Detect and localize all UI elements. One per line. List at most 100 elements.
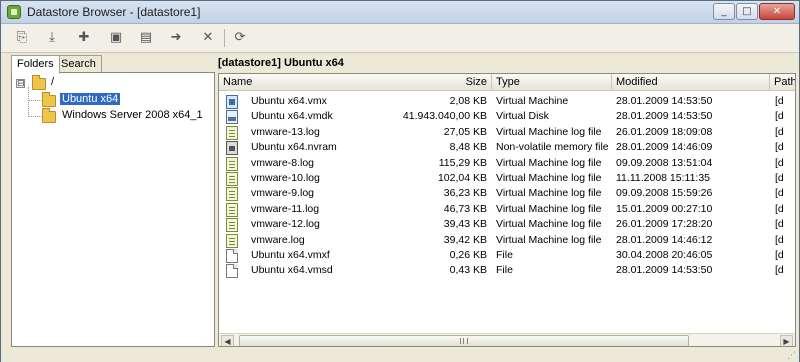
file-path: [d xyxy=(775,125,784,138)
resize-grip-icon[interactable]: ⋰ xyxy=(787,351,797,361)
scrollbar-thumb[interactable] xyxy=(239,335,689,346)
file-path: [d xyxy=(775,156,784,169)
file-size: 27,05 KB xyxy=(443,125,487,138)
file-modified: 28.01.2009 14:46:09 xyxy=(616,141,713,154)
file-row[interactable]: vmware-12.log 39,43 KB Virtual Machine log… xyxy=(219,218,795,233)
new-folder-button[interactable]: ✚ xyxy=(73,28,95,48)
folders-panel: Folders Search ⊟ / Ubuntu x64 Windows Se… xyxy=(5,55,215,347)
file-row[interactable]: Ubuntu x64.nvram 8,48 KB Non-volatile memo… xyxy=(219,141,795,156)
file-name: vmware.log xyxy=(251,233,305,246)
file-type: Virtual Machine log file xyxy=(496,233,602,246)
file-size: 46,73 KB xyxy=(443,202,487,215)
file-name: vmware-9.log xyxy=(251,187,315,200)
file-row[interactable]: vmware-8.log 115,29 KB Virtual Machine log… xyxy=(219,156,795,172)
file-name: vmware-10.log xyxy=(251,172,320,184)
file-modified: 09.09.2008 15:59:26 xyxy=(616,187,713,200)
file-list: Name Size Type Modified Path Ubuntu x64.… xyxy=(218,73,796,347)
file-name: Ubuntu x64.vmxf xyxy=(251,249,330,261)
tab-search[interactable]: Search xyxy=(55,55,102,73)
file-type: File xyxy=(496,264,513,277)
upload-button[interactable]: ⎘ xyxy=(11,28,33,48)
status-bar: ⋰ xyxy=(1,348,799,362)
file-path: [d xyxy=(775,110,784,123)
tree-root-label: / xyxy=(51,76,55,88)
new-folder-icon: ✚ xyxy=(78,30,90,45)
refresh-icon: ⟳ xyxy=(234,30,246,45)
vm-file-icon xyxy=(226,95,238,109)
log-file-icon xyxy=(226,187,238,202)
download-button[interactable]: ⤓ xyxy=(41,28,63,48)
file-path: [d xyxy=(775,95,784,107)
download-icon: ⤓ xyxy=(49,30,55,45)
scroll-right-icon[interactable]: ▶ xyxy=(780,335,793,346)
folder-tree: ⊟ / Ubuntu x64 Windows Server 2008 x64_1 xyxy=(11,72,215,347)
file-row[interactable]: Ubuntu x64.vmsd 0,43 KB File 28.01.2009 14:… xyxy=(219,264,795,279)
file-modified: 28.01.2009 14:46:12 xyxy=(616,233,713,246)
file-row[interactable]: Ubuntu x64.vmxf 0,26 KB File 30.04.2008 20:… xyxy=(219,249,795,264)
column-header-size[interactable]: Size xyxy=(408,74,492,91)
file-path: [d xyxy=(775,249,784,261)
file-row[interactable]: vmware-9.log 36,23 KB Virtual Machine log … xyxy=(219,187,795,202)
inventory-icon: ▣ xyxy=(109,30,123,45)
refresh-button[interactable]: ⟳ xyxy=(229,28,251,48)
file-type: Non-volatile memory file xyxy=(496,141,609,154)
scroll-left-icon[interactable]: ◀ xyxy=(221,335,234,346)
collapse-icon[interactable]: ⊟ xyxy=(16,79,25,88)
tab-folders[interactable]: Folders xyxy=(11,55,60,74)
add-inventory-button[interactable]: ▣ xyxy=(105,28,127,48)
file-name: vmware-8.log xyxy=(251,156,315,169)
file-size: 8,48 KB xyxy=(449,141,487,154)
file-file-icon xyxy=(226,264,238,279)
file-row[interactable]: vmware-13.log 27,05 KB Virtual Machine log… xyxy=(219,125,795,141)
file-path: [d xyxy=(775,264,784,277)
log-file-icon xyxy=(226,218,238,233)
delete-icon: ✕ xyxy=(202,30,214,45)
file-type: Virtual Disk xyxy=(496,110,549,123)
file-size: 2,08 KB xyxy=(449,95,487,107)
file-row[interactable]: Ubuntu x64.vmx 2,08 KB Virtual Machine 28.0… xyxy=(219,95,795,110)
file-path: [d xyxy=(775,141,784,154)
copy-button[interactable]: ▤ xyxy=(135,28,157,48)
toolbar-separator xyxy=(224,29,225,47)
file-row[interactable]: Ubuntu x64.vmdk 41.943.040,00 KB Virtual D… xyxy=(219,110,795,125)
close-button[interactable]: ✕ xyxy=(759,3,795,20)
file-row[interactable]: vmware-11.log 46,73 KB Virtual Machine log… xyxy=(219,202,795,218)
file-size: 39,43 KB xyxy=(443,218,487,231)
tree-line xyxy=(28,100,42,101)
file-name: Ubuntu x64.vmx xyxy=(251,95,327,107)
maximize-button[interactable]: □ xyxy=(736,3,758,20)
file-type: Virtual Machine log file xyxy=(496,202,602,215)
column-header-type[interactable]: Type xyxy=(492,74,612,91)
horizontal-scrollbar[interactable]: ◀ ▶ xyxy=(219,333,795,346)
column-header-modified[interactable]: Modified xyxy=(612,74,770,91)
log-file-icon xyxy=(226,202,238,217)
file-name: Ubuntu x64.vmsd xyxy=(251,264,333,277)
log-file-icon xyxy=(226,172,238,186)
disk-file-icon xyxy=(226,110,238,125)
file-size: 102,04 KB xyxy=(437,172,487,184)
file-modified: 30.04.2008 20:46:05 xyxy=(616,249,713,261)
move-button[interactable]: ➜ xyxy=(165,28,187,48)
file-path: [d xyxy=(775,233,784,246)
file-path: [d xyxy=(775,202,784,215)
file-type: Virtual Machine log file xyxy=(496,218,602,231)
tree-line xyxy=(28,87,29,117)
folder-icon xyxy=(42,92,56,107)
file-modified: 09.09.2008 13:51:04 xyxy=(616,156,713,169)
minimize-button[interactable]: _ xyxy=(713,3,735,20)
title-bar[interactable]: Datastore Browser - [datastore1] _ □ ✕ xyxy=(1,1,799,24)
file-type: File xyxy=(496,249,513,261)
file-size: 0,43 KB xyxy=(449,264,487,277)
file-modified: 11.11.2008 15:11:35 xyxy=(616,172,711,184)
delete-button[interactable]: ✕ xyxy=(197,28,219,48)
log-file-icon xyxy=(226,233,238,248)
file-size: 115,29 KB xyxy=(438,156,487,169)
folder-icon xyxy=(42,108,56,123)
file-size: 41.943.040,00 KB xyxy=(402,110,487,123)
column-header-path[interactable]: Path xyxy=(770,74,795,91)
file-size: 36,23 KB xyxy=(443,187,487,200)
file-modified: 28.01.2009 14:53:50 xyxy=(616,264,713,277)
datastore-app-icon xyxy=(7,5,21,19)
file-row[interactable]: vmware.log 39,42 KB Virtual Machine log fi… xyxy=(219,233,795,249)
file-row[interactable]: vmware-10.log 102,04 KB Virtual Machine lo… xyxy=(219,172,795,187)
